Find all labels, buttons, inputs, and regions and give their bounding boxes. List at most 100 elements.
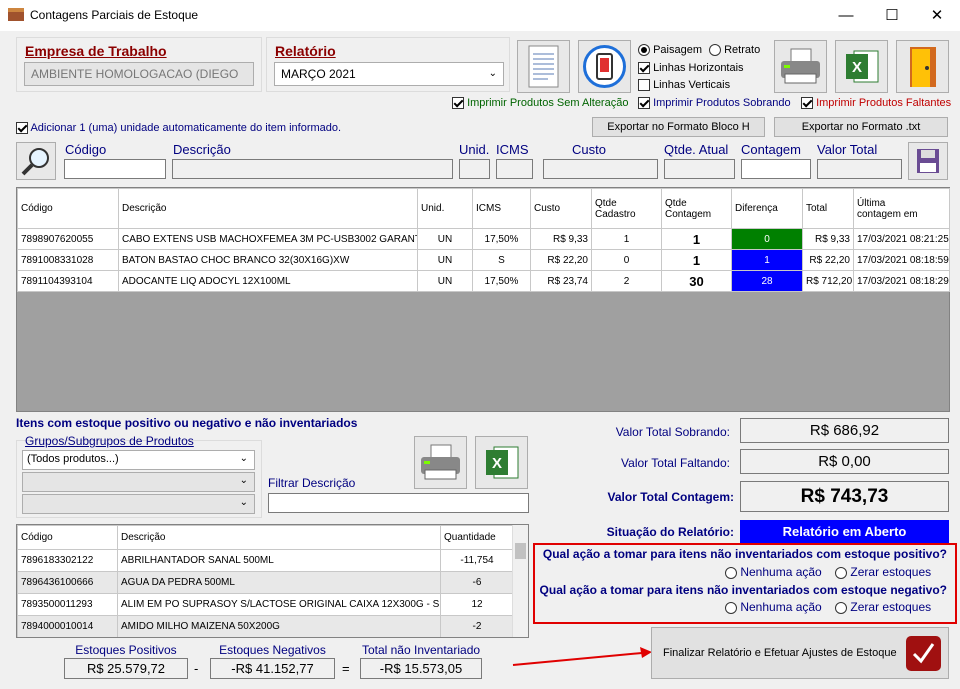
situacao-value: Relatório em Aberto — [740, 520, 949, 543]
phone-button[interactable] — [578, 40, 631, 93]
list-cell-descricao: ABRILHANTADOR SANAL 500ML — [117, 549, 441, 572]
orientation-group: Paisagem Retrato — [638, 44, 760, 57]
paisagem-radio[interactable] — [638, 44, 650, 57]
title-bar: Contagens Parciais de Estoque — ☐ ✕ — [0, 0, 960, 31]
linhas-horizontais-label: Linhas Horizontais — [653, 62, 744, 74]
main-col-header[interactable]: Unid. — [417, 188, 473, 229]
subgrupo-combo[interactable]: ⌄ — [22, 472, 255, 492]
retrato-radio[interactable] — [709, 44, 722, 57]
table-cell-codigo: 7891008331028 — [17, 249, 119, 271]
positivo-zerar-radio[interactable] — [835, 566, 848, 579]
window-title: Contagens Parciais de Estoque — [30, 8, 199, 22]
grupo-combo[interactable]: (Todos produtos...) ⌄ — [22, 450, 255, 470]
export-txt-button[interactable]: Exportar no Formato .txt — [774, 117, 948, 137]
lower-col-header[interactable]: Descrição — [117, 525, 441, 550]
main-col-header[interactable]: Descrição — [118, 188, 418, 229]
printer-icon — [421, 444, 460, 480]
main-col-header[interactable]: Total — [802, 188, 854, 229]
grupos-label: Grupos/Subgrupos de Produtos — [25, 434, 194, 448]
main-col-header[interactable]: ICMS — [472, 188, 531, 229]
svg-text:X: X — [852, 59, 862, 76]
lower-col-header[interactable]: Código — [17, 525, 118, 550]
main-col-header[interactable]: Qtde Contagem — [661, 188, 732, 229]
total-nao-inventariado-value: -R$ 15.573,05 — [360, 658, 482, 679]
main-col-header[interactable]: Qtde Cadastro — [591, 188, 662, 229]
linhas-horizontais-checkbox[interactable] — [638, 62, 650, 75]
list-item[interactable]: 7894000010014 AMIDO MILHO MAIZENA 50X200G… — [17, 615, 514, 637]
empresa-label: Empresa de Trabalho — [25, 43, 167, 59]
positivo-nenhuma-radio[interactable] — [725, 566, 737, 579]
list-item[interactable]: 7893500011293 ALIM EM PO SUPRASOY S/LACTO… — [17, 593, 514, 616]
list-item[interactable]: 7896183302122 ABRILHANTADOR SANAL 500ML -1… — [17, 549, 514, 572]
list-cell-qtd: 12 — [440, 593, 514, 616]
custo-input[interactable] — [543, 159, 658, 179]
table-row[interactable]: 7891008331028 BATON BASTAO CHOC BRANCO 32… — [17, 249, 950, 271]
search-button[interactable] — [16, 142, 56, 180]
sem-alteracao-row: Imprimir Produtos Sem Alteração — [452, 97, 628, 110]
lower-grid[interactable]: Código Descrição Quantidade 7896183302122 A… — [16, 524, 529, 638]
table-cell-total: R$ 9,33 — [802, 228, 854, 250]
table-cell-total: R$ 22,20 — [802, 249, 854, 271]
main-col-header[interactable]: Código — [17, 188, 119, 229]
positivo-zerar-label: Zerar estoques — [850, 565, 932, 579]
excel-itens-button[interactable]: X — [475, 436, 528, 489]
negativo-zerar-radio[interactable] — [835, 601, 848, 614]
unid-input[interactable] — [459, 159, 490, 179]
lower-col-header[interactable]: Quantidade — [440, 525, 514, 550]
excel-button[interactable]: X — [835, 40, 888, 93]
maximize-icon[interactable]: ☐ — [869, 0, 915, 31]
contagem-input[interactable] — [741, 159, 811, 179]
main-col-header[interactable]: Diferença — [731, 188, 803, 229]
table-cell-unid: UN — [417, 228, 473, 250]
save-button[interactable] — [908, 142, 948, 180]
main-grid[interactable]: Código Descrição Unid. ICMS Custo Qtde Cadast… — [16, 187, 950, 412]
table-row[interactable]: 7891104393104 ADOCANTE LIQ ADOCYL 12X100M… — [17, 270, 950, 292]
adicionar-checkbox[interactable] — [16, 122, 28, 135]
valor-total-label: Valor Total — [817, 142, 878, 157]
adicionar-label: Adicionar 1 (uma) unidade automaticament… — [30, 122, 342, 134]
scrollbar[interactable] — [512, 525, 528, 637]
floppy-save-icon — [917, 149, 939, 173]
print-itens-button[interactable] — [414, 436, 467, 489]
document-button[interactable] — [517, 40, 570, 93]
main-col-header[interactable]: Custo — [530, 188, 592, 229]
table-cell-diferenca: 0 — [731, 228, 803, 250]
descricao-input[interactable] — [172, 159, 453, 179]
close-icon[interactable]: ✕ — [914, 0, 960, 31]
estoques-negativos-value: -R$ 41.152,77 — [210, 658, 335, 679]
contagem-label: Contagem — [741, 142, 801, 157]
subgrupo2-combo[interactable]: ⌄ — [22, 494, 255, 514]
qtde-atual-input[interactable] — [664, 159, 735, 179]
relatorio-combo[interactable]: MARÇO 2021 ⌄ — [274, 62, 504, 86]
table-cell-descricao: ADOCANTE LIQ ADOCYL 12X100ML — [118, 270, 418, 292]
estoques-positivos-label: Estoques Positivos — [75, 643, 177, 657]
minimize-icon[interactable]: — — [823, 0, 869, 31]
export-bloco-h-button[interactable]: Exportar no Formato Bloco H — [592, 117, 765, 137]
codigo-input[interactable] — [64, 159, 166, 179]
negativo-nenhuma-radio[interactable] — [725, 601, 737, 614]
list-item[interactable]: 7896436100666 AGUA DA PEDRA 500ML -6 — [17, 571, 514, 594]
document-icon — [528, 45, 559, 88]
icms-input[interactable] — [496, 159, 533, 179]
acao-negativo-question: Qual ação a tomar para itens não inventa… — [539, 583, 947, 597]
table-row[interactable]: 7898907620055 CABO EXTENS USB MACHOXFEMEA… — [17, 228, 950, 250]
table-cell-cadastro: 1 — [591, 228, 662, 250]
exit-button[interactable] — [896, 40, 949, 93]
table-cell-cadastro: 0 — [591, 249, 662, 271]
sobrando-checkbox[interactable] — [638, 97, 650, 110]
faltantes-checkbox[interactable] — [801, 97, 813, 110]
linhas-verticais-checkbox[interactable] — [638, 79, 650, 92]
total-nao-inventariado-label: Total não Inventariado — [361, 643, 481, 657]
sobrando-label: Imprimir Produtos Sobrando — [653, 97, 791, 109]
finalizar-button[interactable]: Finalizar Relatório e Efetuar Ajustes de… — [651, 627, 949, 679]
empresa-combo[interactable]: AMBIENTE HOMOLOGACAO (DIEGO — [24, 62, 254, 86]
sem-alteracao-checkbox[interactable] — [452, 97, 464, 110]
estoques-positivos-value: R$ 25.579,72 — [64, 658, 188, 679]
filtrar-input[interactable] — [268, 493, 529, 513]
empresa-value: AMBIENTE HOMOLOGACAO (DIEGO — [31, 67, 239, 81]
main-col-header[interactable]: Última contagem em — [853, 188, 950, 229]
valor-total-input[interactable] — [817, 159, 902, 179]
print-button[interactable] — [774, 40, 827, 93]
scrollbar-thumb[interactable] — [515, 543, 526, 559]
table-cell-ultima: 17/03/2021 08:18:29 — [853, 270, 950, 292]
